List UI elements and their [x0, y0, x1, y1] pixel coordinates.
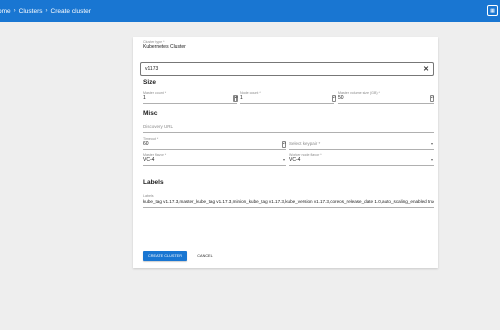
labels-section-title: Labels [143, 179, 164, 186]
labels-input[interactable]: kube_tag v1.17.3,master_kube_tag v1.17.3… [143, 199, 434, 208]
breadcrumb-create-cluster: Create cluster [50, 7, 91, 15]
master-count-label: Master count * [143, 91, 167, 95]
master-volume-stepper-icon[interactable]: ▴▾ [332, 95, 336, 102]
breadcrumb: ome › Clusters › Create cluster [0, 8, 91, 15]
apps-icon[interactable]: ▦ [487, 5, 498, 16]
breadcrumb-home[interactable]: ome [0, 8, 11, 15]
dropdown-arrow-icon: ▾ [430, 141, 433, 146]
timeout-field[interactable]: Timeout * 60 ▴▾ [143, 137, 286, 150]
cluster-type-field[interactable]: Cluster type * Kubernetes Cluster [143, 40, 434, 52]
master-count-value: 1 [143, 95, 146, 101]
timeout-stepper-icon[interactable]: ▴▾ [282, 141, 286, 148]
master-volume-value: 50 [338, 95, 344, 101]
master-count-field[interactable]: Master count * 1 ▴▾ [143, 91, 237, 104]
breadcrumb-clusters[interactable]: Clusters [19, 8, 43, 15]
node-flavor-value: VC-4 [289, 157, 301, 163]
discovery-url-field[interactable]: Discovery URL [143, 123, 434, 133]
cluster-type-value: Kubernetes Cluster [143, 44, 186, 50]
node-count-field[interactable]: Node count * 1 ▴▾ [234, 91, 334, 104]
master-flavor-select[interactable]: Master flavor * VC-4 ▾ [143, 153, 286, 166]
keypair-placeholder: Select keypair * [289, 141, 321, 146]
node-count-stepper-icon[interactable]: ▴▾ [234, 95, 238, 102]
clear-icon[interactable]: ✕ [423, 65, 429, 73]
master-volume-stepper-right-icon[interactable]: ▴▾ [430, 95, 434, 102]
breadcrumb-separator-icon: › [45, 8, 48, 14]
misc-section-title: Misc [143, 110, 158, 117]
app-bar: ome › Clusters › Create cluster ▦ [0, 0, 500, 22]
node-flavor-select[interactable]: Worker node flavor * VC-4 ▾ [289, 153, 434, 166]
labels-field-label: Labels [143, 194, 154, 198]
node-count-label: Node count * [240, 91, 261, 95]
size-section-title: Size [143, 79, 157, 86]
cluster-name-value: v1173 [145, 66, 159, 72]
cluster-name-input[interactable]: v1173 ✕ [140, 62, 434, 76]
dropdown-arrow-icon: ▾ [430, 157, 433, 162]
cancel-button[interactable]: CANCEL [193, 251, 217, 261]
master-volume-label: Master volume size (GB) * [338, 91, 380, 95]
breadcrumb-separator-icon: › [13, 8, 16, 14]
timeout-value: 60 [143, 141, 149, 147]
dropdown-arrow-icon: ▾ [282, 157, 285, 162]
node-count-value: 1 [240, 95, 243, 101]
create-cluster-button[interactable]: CREATE CLUSTER [143, 251, 187, 261]
master-volume-field[interactable]: Master volume size (GB) * 50 ▴▾ ▴▾ [332, 91, 434, 104]
discovery-url-placeholder: Discovery URL [143, 124, 174, 129]
keypair-select[interactable]: Select keypair * ▾ [289, 137, 434, 150]
master-flavor-value: VC-4 [143, 157, 155, 163]
